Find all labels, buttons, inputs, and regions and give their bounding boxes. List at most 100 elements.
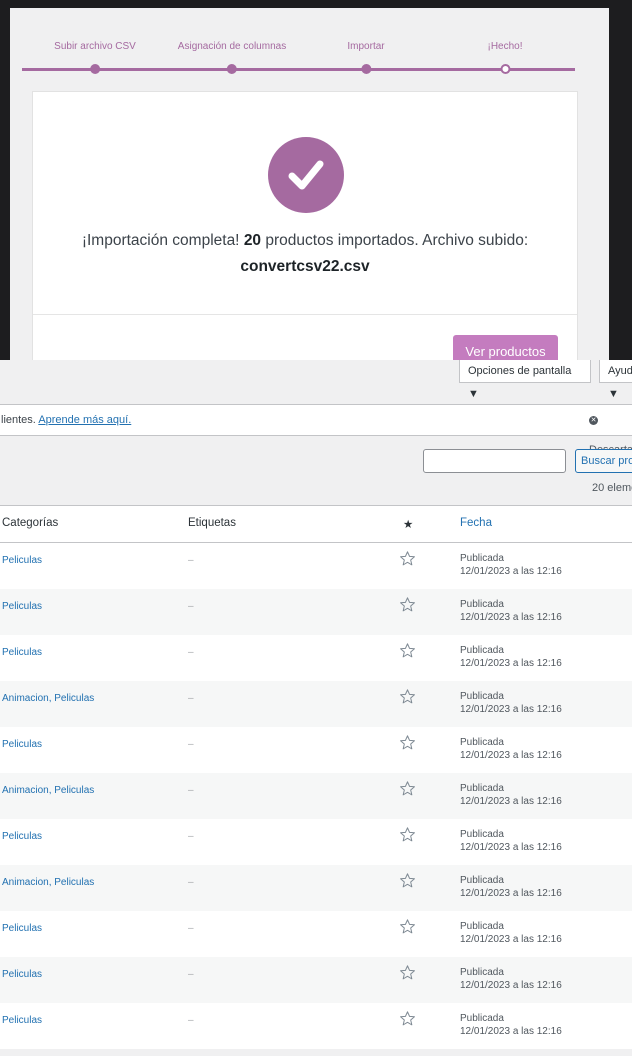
step-label: Subir archivo CSV — [54, 41, 136, 52]
row-datetime: 12/01/2023 a las 12:16 — [460, 980, 562, 991]
row-categories[interactable]: Peliculas — [2, 739, 42, 750]
table-row: Peliculas – Publicada 12/01/2023 a las 12:1… — [0, 589, 632, 635]
row-categories[interactable]: Animacion, Peliculas — [2, 877, 94, 888]
featured-star-icon[interactable] — [399, 872, 416, 889]
step-label: Asignación de columnas — [177, 41, 287, 52]
table-header: Categorías Etiquetas ★ Fecha — [0, 505, 632, 543]
table-row: Peliculas – Publicada 12/01/2023 a las 12:1… — [0, 819, 632, 865]
row-datetime: 12/01/2023 a las 12:16 — [460, 750, 562, 761]
row-tags: – — [188, 1015, 194, 1026]
close-icon: ✕ — [589, 415, 598, 425]
featured-star-icon[interactable] — [399, 826, 416, 843]
screen-options-button[interactable]: Opciones de pantalla ▼ — [459, 360, 591, 400]
row-tags: – — [188, 969, 194, 980]
table-row: Peliculas – Publicada 12/01/2023 a las 12:1… — [0, 1003, 632, 1049]
row-categories[interactable]: Peliculas — [2, 555, 42, 566]
learn-more-link[interactable]: Aprende más aquí. — [38, 414, 131, 426]
row-tags: – — [188, 877, 194, 888]
row-date: Publicada 12/01/2023 a las 12:16 — [460, 690, 562, 716]
row-datetime: 12/01/2023 a las 12:16 — [460, 566, 562, 577]
row-status: Publicada — [460, 829, 504, 840]
notice-body: lientes. — [1, 414, 39, 426]
importer-panel: Subir archivo CSV Asignación de columnas… — [10, 8, 609, 360]
featured-star-icon[interactable] — [399, 918, 416, 935]
row-status: Publicada — [460, 737, 504, 748]
row-date: Publicada 12/01/2023 a las 12:16 — [460, 644, 562, 670]
row-datetime: 12/01/2023 a las 12:16 — [460, 704, 562, 715]
table-row: Peliculas – Publicada 12/01/2023 a las 12:1… — [0, 911, 632, 957]
row-date: Publicada 12/01/2023 a las 12:16 — [460, 598, 562, 624]
row-status: Publicada — [460, 875, 504, 886]
products-table: Categorías Etiquetas ★ Fecha Peliculas – P… — [0, 505, 632, 1049]
row-tags: – — [188, 831, 194, 842]
featured-star-icon[interactable] — [399, 642, 416, 659]
featured-star-icon[interactable] — [399, 1010, 416, 1027]
row-status: Publicada — [460, 691, 504, 702]
view-products-button[interactable]: Ver productos — [453, 335, 558, 360]
featured-star-icon[interactable] — [399, 688, 416, 705]
search-products-button[interactable]: Buscar productos — [575, 449, 632, 473]
column-featured-icon[interactable]: ★ — [403, 517, 413, 531]
table-row: Peliculas – Publicada 12/01/2023 a las 12:1… — [0, 543, 632, 589]
row-date: Publicada 12/01/2023 a las 12:16 — [460, 552, 562, 578]
step-dot-current — [499, 64, 510, 74]
table-row: Peliculas – Publicada 12/01/2023 a las 12:1… — [0, 957, 632, 1003]
import-result-card: ¡Importación completa! 20 productos impo… — [32, 91, 578, 360]
row-datetime: 12/01/2023 a las 12:16 — [460, 612, 562, 623]
help-button[interactable]: Ayuda ▼ — [599, 360, 632, 400]
step-mapping: Asignación de columnas — [177, 41, 287, 74]
row-status: Publicada — [460, 553, 504, 564]
table-row: Peliculas – Publicada 12/01/2023 a las 12:1… — [0, 635, 632, 681]
row-date: Publicada 12/01/2023 a las 12:16 — [460, 920, 562, 946]
notice-banner: lientes. Aprende más aquí. ✕Descartar — [0, 404, 632, 456]
featured-star-icon[interactable] — [399, 550, 416, 567]
featured-star-icon[interactable] — [399, 596, 416, 613]
row-datetime: 12/01/2023 a las 12:16 — [460, 658, 562, 669]
imported-count: 20 — [243, 232, 262, 249]
row-datetime: 12/01/2023 a las 12:16 — [460, 1026, 562, 1037]
featured-star-icon[interactable] — [399, 780, 416, 797]
featured-star-icon[interactable] — [399, 964, 416, 981]
row-categories[interactable]: Peliculas — [2, 647, 42, 658]
row-datetime: 12/01/2023 a las 12:16 — [460, 888, 562, 899]
row-tags: – — [188, 647, 194, 658]
featured-star-icon[interactable] — [399, 734, 416, 751]
column-categories[interactable]: Categorías — [2, 517, 58, 529]
row-categories[interactable]: Peliculas — [2, 1015, 42, 1026]
checkmark-icon — [268, 137, 344, 213]
import-steps: Subir archivo CSV Asignación de columnas… — [22, 41, 575, 74]
row-date: Publicada 12/01/2023 a las 12:16 — [460, 874, 562, 900]
row-categories[interactable]: Peliculas — [2, 923, 42, 934]
row-datetime: 12/01/2023 a las 12:16 — [460, 842, 562, 853]
message-middle: productos importados. Archivo subido: — [265, 232, 529, 249]
items-count: 20 elementos — [592, 482, 632, 494]
step-dot — [227, 64, 237, 74]
import-message: ¡Importación completa! 20 productos impo… — [33, 228, 577, 280]
row-date: Publicada 12/01/2023 a las 12:16 — [460, 1012, 562, 1038]
row-tags: – — [188, 601, 194, 612]
steps-track — [22, 68, 575, 71]
row-tags: – — [188, 555, 194, 566]
row-categories[interactable]: Peliculas — [2, 831, 42, 842]
step-upload: Subir archivo CSV — [54, 41, 136, 74]
row-tags: – — [188, 693, 194, 704]
step-import: Importar — [347, 41, 385, 74]
row-categories[interactable]: Animacion, Peliculas — [2, 785, 94, 796]
row-status: Publicada — [460, 967, 504, 978]
row-status: Publicada — [460, 645, 504, 656]
row-date: Publicada 12/01/2023 a las 12:16 — [460, 828, 562, 854]
step-label: Importar — [347, 41, 385, 52]
row-status: Publicada — [460, 1013, 504, 1024]
step-dot — [360, 64, 371, 74]
row-date: Publicada 12/01/2023 a las 12:16 — [460, 782, 562, 808]
search-input[interactable] — [423, 449, 566, 473]
card-divider — [33, 314, 577, 315]
column-date[interactable]: Fecha — [460, 517, 492, 529]
row-status: Publicada — [460, 921, 504, 932]
row-tags: – — [188, 785, 194, 796]
row-status: Publicada — [460, 599, 504, 610]
row-categories[interactable]: Peliculas — [2, 969, 42, 980]
table-row: Animacion, Peliculas – Publicada 12/01/2023… — [0, 865, 632, 911]
row-categories[interactable]: Peliculas — [2, 601, 42, 612]
row-categories[interactable]: Animacion, Peliculas — [2, 693, 94, 704]
